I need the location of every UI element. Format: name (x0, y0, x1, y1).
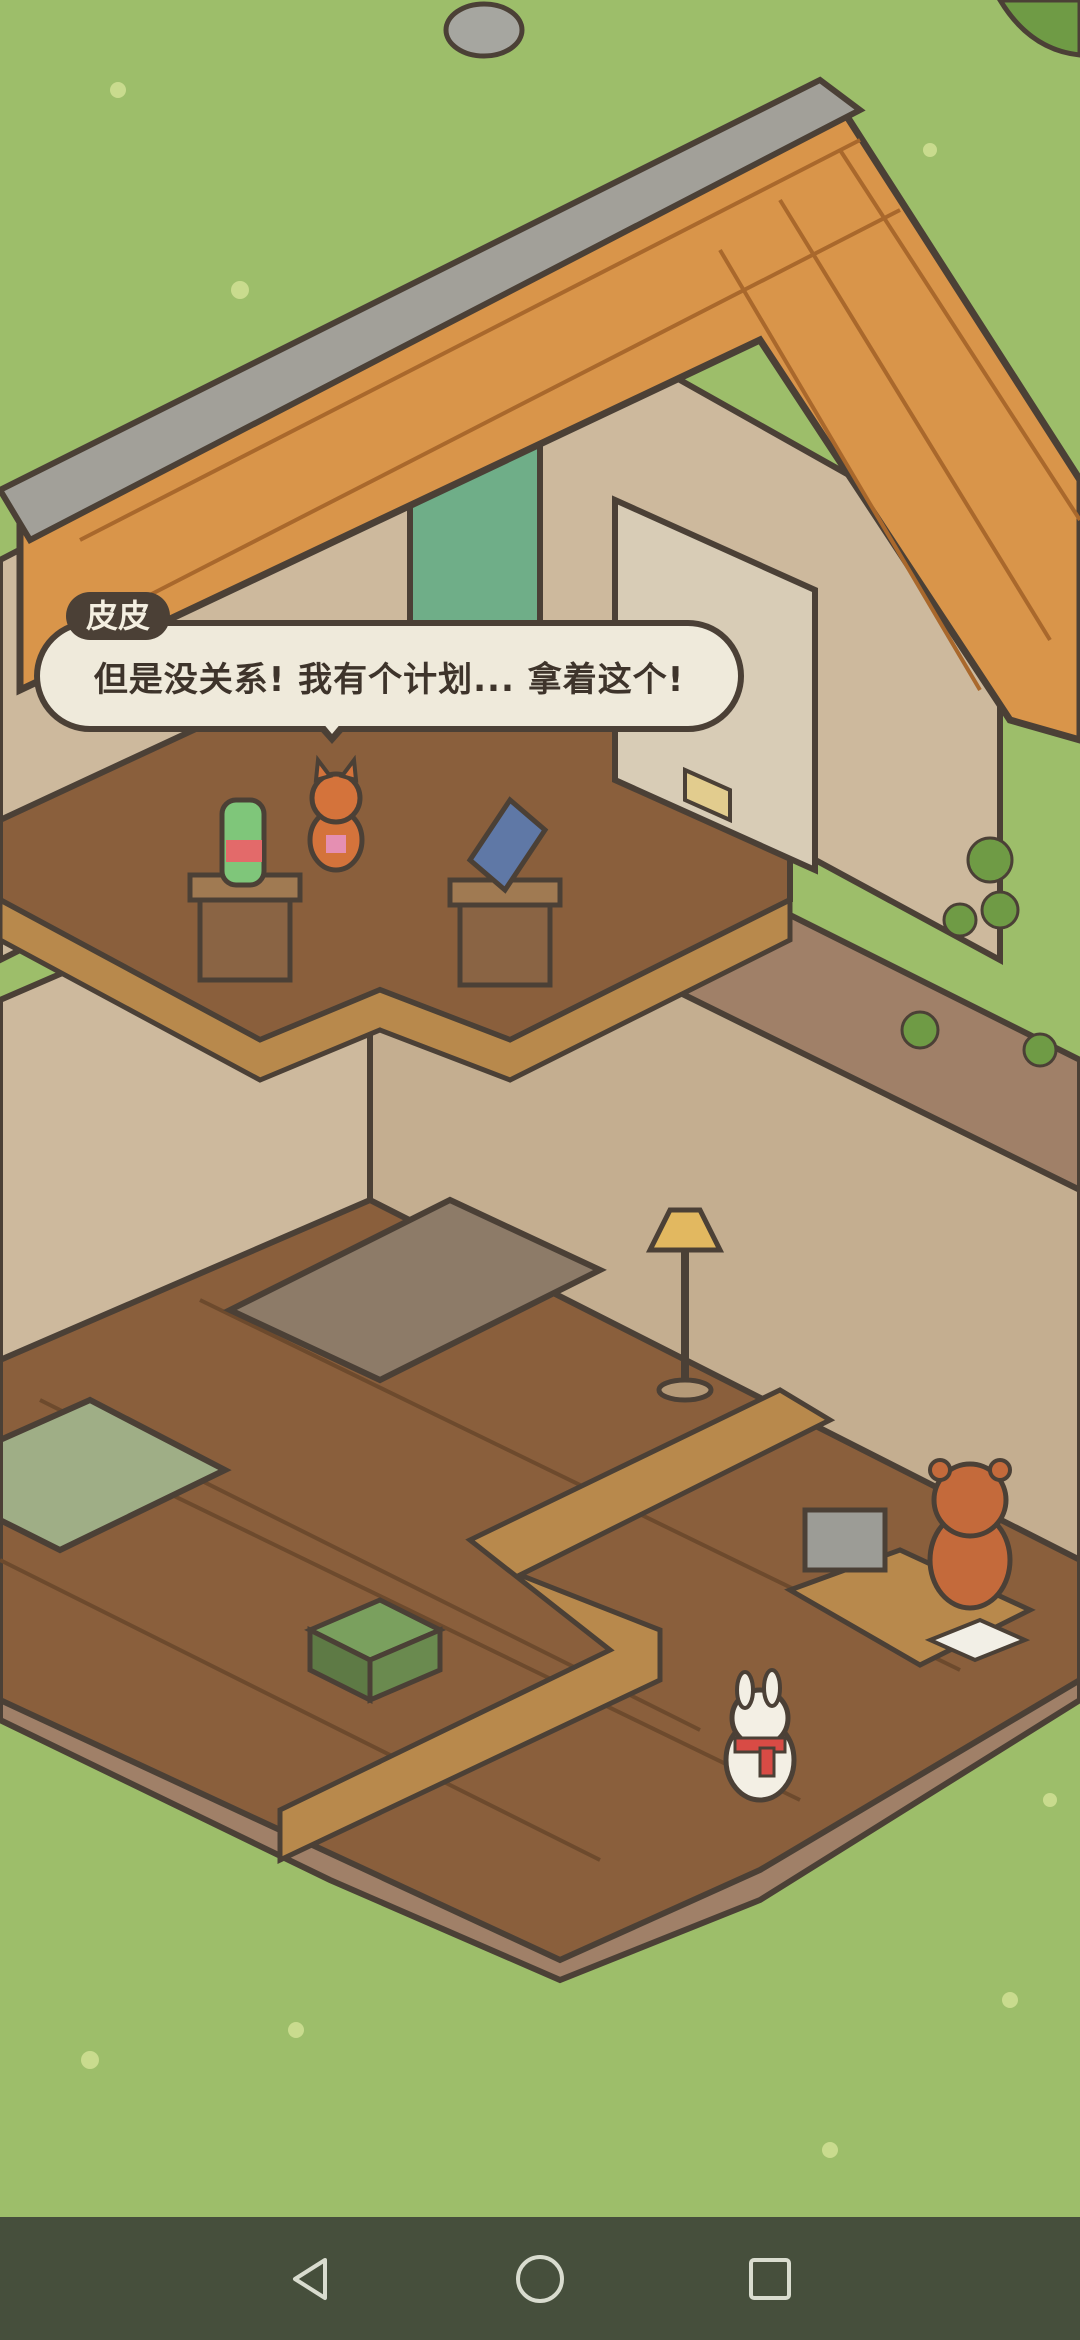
home-button[interactable] (480, 2217, 600, 2340)
dialog-text: 但是没关系! 我有个计划... 拿着这个! (93, 659, 685, 700)
system-navigation-bar (0, 2217, 1080, 2340)
recent-apps-button[interactable] (710, 2217, 830, 2340)
back-triangle-icon (293, 2257, 327, 2300)
red-panda-shopkeeper[interactable] (927, 1458, 1013, 1611)
game-scene[interactable]: 皮皮 但是没关系! 我有个计划... 拿着这个! (0, 0, 1080, 2217)
dialog-bubble-tail-fill (322, 722, 342, 734)
home-circle-icon (516, 2254, 564, 2303)
cash-register[interactable] (802, 1507, 888, 1573)
speaker-name-tag: 皮皮 (66, 592, 171, 640)
house-illustration (0, 0, 1080, 2158)
rock (443, 1, 525, 59)
recent-square-icon (749, 2257, 791, 2300)
back-button[interactable] (250, 2217, 370, 2340)
fox-pipi[interactable] (307, 754, 365, 873)
bush (997, 0, 1080, 58)
